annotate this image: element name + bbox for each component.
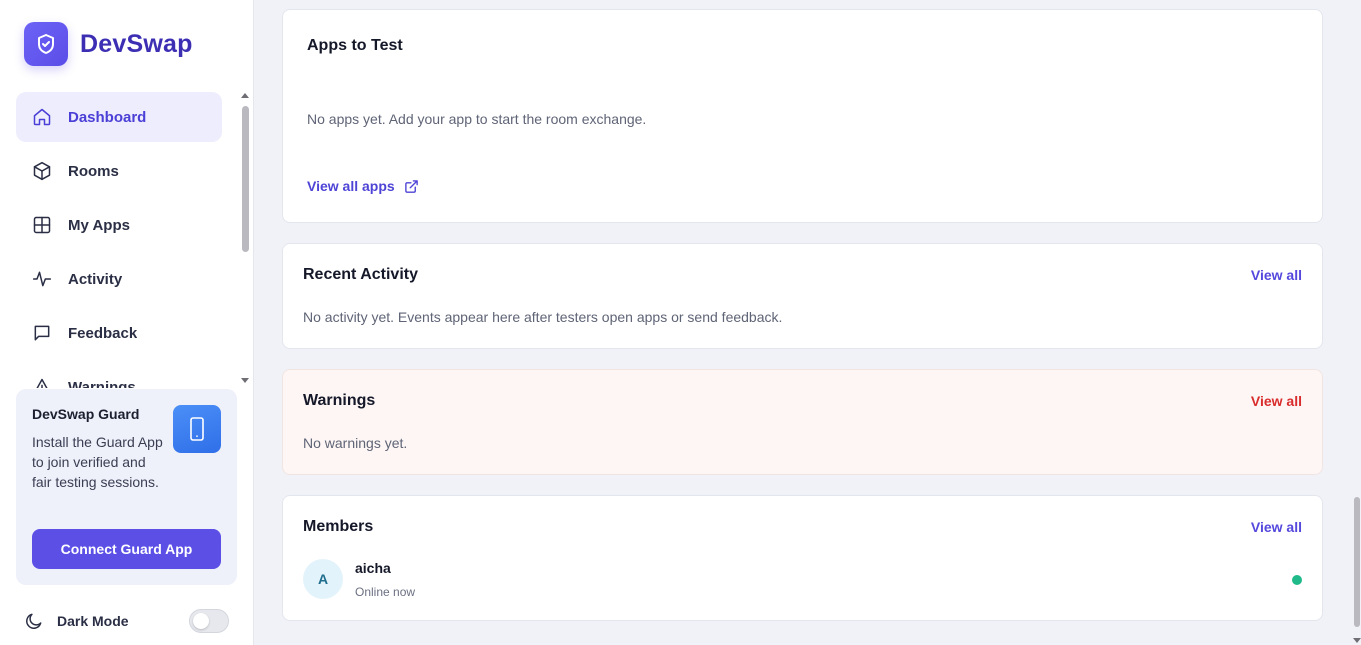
sidebar: DevSwap Dashboard Rooms My Apps Activity xyxy=(0,0,254,645)
member-name: aicha xyxy=(355,560,391,576)
main-scrollbar[interactable] xyxy=(1352,0,1361,645)
apps-to-test-card: Apps to Test No apps yet. Add your app t… xyxy=(282,9,1323,223)
brand[interactable]: DevSwap xyxy=(24,22,193,66)
external-link-icon xyxy=(404,179,419,194)
activity-icon xyxy=(32,269,52,289)
toggle-knob xyxy=(193,613,209,629)
sidebar-item-label: Rooms xyxy=(68,162,119,180)
warnings-title: Warnings xyxy=(303,392,376,409)
guard-description: Install the Guard App to join verified a… xyxy=(32,434,163,490)
sidebar-item-my-apps[interactable]: My Apps xyxy=(16,200,222,250)
sidebar-item-activity[interactable]: Activity xyxy=(16,254,222,304)
guard-promo-card: DevSwap Guard Install the Guard App to j… xyxy=(16,389,237,585)
guard-title: DevSwap Guard xyxy=(32,406,140,422)
warnings-view-all-link[interactable]: View all xyxy=(1251,393,1302,409)
sidebar-item-dashboard[interactable]: Dashboard xyxy=(16,92,222,142)
recent-activity-card: Recent Activity View all No activity yet… xyxy=(282,243,1323,349)
apps-to-test-title: Apps to Test xyxy=(307,37,403,54)
warnings-card: Warnings View all No warnings yet. xyxy=(282,369,1323,475)
smartphone-icon xyxy=(173,405,221,453)
sidebar-item-label: Feedback xyxy=(68,324,138,342)
members-card: Members View all A aicha Online now xyxy=(282,495,1323,621)
recent-activity-view-all-link[interactable]: View all xyxy=(1251,267,1302,283)
avatar: A xyxy=(303,559,343,599)
main-scroll-thumb[interactable] xyxy=(1354,497,1360,627)
members-title: Members xyxy=(303,518,374,535)
sidebar-item-feedback[interactable]: Feedback xyxy=(16,308,222,358)
alert-triangle-icon xyxy=(32,377,52,388)
dark-mode-label: Dark Mode xyxy=(57,613,129,629)
home-icon xyxy=(32,107,52,127)
activity-empty-text: No activity yet. Events appear here afte… xyxy=(303,309,783,325)
scroll-up-arrow-icon[interactable] xyxy=(241,93,249,98)
sidebar-item-label: Dashboard xyxy=(68,108,147,126)
apps-empty-text: No apps yet. Add your app to start the r… xyxy=(307,111,647,127)
view-all-apps-label: View all apps xyxy=(307,178,395,194)
sidebar-item-warnings[interactable]: Warnings xyxy=(16,362,222,388)
warnings-empty-text: No warnings yet. xyxy=(303,435,408,451)
recent-activity-title: Recent Activity xyxy=(303,266,418,283)
dark-mode-row: Dark Mode xyxy=(24,609,230,633)
message-square-icon xyxy=(32,323,52,343)
cube-icon xyxy=(32,161,52,181)
sidebar-item-label: My Apps xyxy=(68,216,130,234)
member-status: Online now xyxy=(355,585,416,599)
sidebar-item-label: Warnings xyxy=(68,378,136,389)
sidebar-scrollbar[interactable] xyxy=(239,92,251,384)
dark-mode-toggle[interactable] xyxy=(189,609,229,633)
online-status-dot xyxy=(1292,575,1302,585)
sidebar-item-label: Activity xyxy=(68,270,123,288)
scroll-down-arrow-icon[interactable] xyxy=(241,378,249,383)
brand-name: DevSwap xyxy=(80,29,193,58)
view-all-apps-link[interactable]: View all apps xyxy=(307,178,419,194)
grid-icon xyxy=(32,215,52,235)
sidebar-nav: Dashboard Rooms My Apps Activity Feedbac… xyxy=(16,92,222,388)
shield-check-icon xyxy=(24,22,68,66)
sidebar-scroll-thumb[interactable] xyxy=(242,106,249,252)
members-view-all-link[interactable]: View all xyxy=(1251,519,1302,535)
connect-guard-app-button[interactable]: Connect Guard App xyxy=(32,529,221,569)
sidebar-item-rooms[interactable]: Rooms xyxy=(16,146,222,196)
moon-icon xyxy=(24,611,44,631)
scroll-down-arrow-icon[interactable] xyxy=(1353,638,1361,643)
